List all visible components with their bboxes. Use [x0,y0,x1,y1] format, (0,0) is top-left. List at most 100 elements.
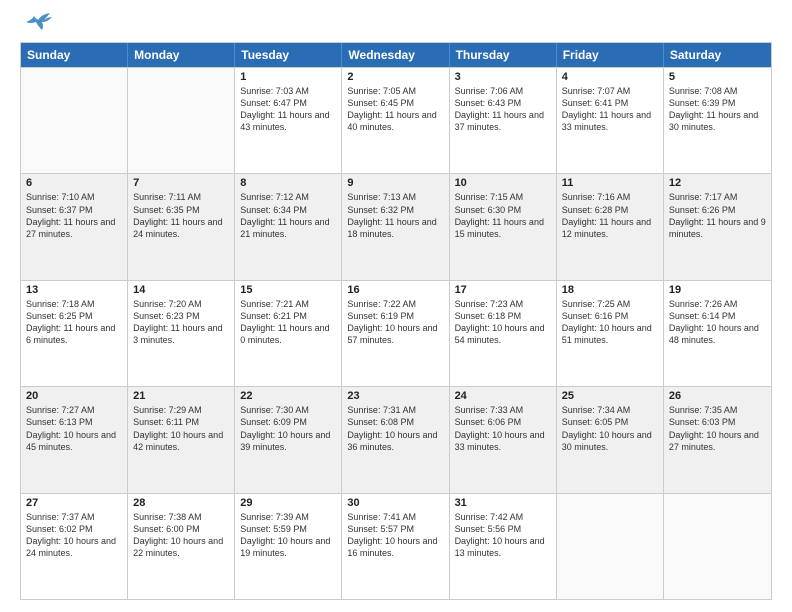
day-number: 23 [347,390,443,402]
page: SundayMondayTuesdayWednesdayThursdayFrid… [0,0,792,612]
cell-info: Sunrise: 7:08 AMSunset: 6:39 PMDaylight:… [669,85,766,134]
calendar-row-2: 6 Sunrise: 7:10 AMSunset: 6:37 PMDaylight… [21,173,771,279]
calendar-cell: 24 Sunrise: 7:33 AMSunset: 6:06 PMDayligh… [450,387,557,492]
calendar-cell: 14 Sunrise: 7:20 AMSunset: 6:23 PMDayligh… [128,281,235,386]
day-number: 25 [562,390,658,402]
calendar-body: 1Sunrise: 7:03 AMSunset: 6:47 PMDaylight… [21,67,771,599]
day-number: 22 [240,390,336,402]
day-number: 20 [26,390,122,402]
calendar-cell [128,68,235,173]
header-day-wednesday: Wednesday [342,43,449,67]
cell-info: Sunrise: 7:15 AMSunset: 6:30 PMDaylight:… [455,191,551,240]
calendar-cell: 2 Sunrise: 7:05 AMSunset: 6:45 PMDaylight… [342,68,449,173]
day-number: 19 [669,284,766,296]
calendar-cell: 15Sunrise: 7:21 AMSunset: 6:21 PMDayligh… [235,281,342,386]
cell-info: Sunrise: 7:18 AMSunset: 6:25 PMDaylight:… [26,298,122,347]
cell-info: Sunrise: 7:30 AMSunset: 6:09 PMDaylight:… [240,404,336,453]
calendar-cell: 23 Sunrise: 7:31 AMSunset: 6:08 PMDayligh… [342,387,449,492]
calendar-cell: 31 Sunrise: 7:42 AMSunset: 5:56 PMDayligh… [450,494,557,599]
day-number: 3 [455,71,551,83]
header-day-thursday: Thursday [450,43,557,67]
calendar-cell: 28 Sunrise: 7:38 AMSunset: 6:00 PMDayligh… [128,494,235,599]
cell-info: Sunrise: 7:06 AMSunset: 6:43 PMDaylight:… [455,85,551,134]
calendar-row-1: 1Sunrise: 7:03 AMSunset: 6:47 PMDaylight… [21,67,771,173]
day-number: 27 [26,497,122,509]
calendar-cell: 12Sunrise: 7:17 AMSunset: 6:26 PMDayligh… [664,174,771,279]
calendar-cell: 26 Sunrise: 7:35 AMSunset: 6:03 PMDayligh… [664,387,771,492]
calendar-cell: 22 Sunrise: 7:30 AMSunset: 6:09 PMDayligh… [235,387,342,492]
day-number: 26 [669,390,766,402]
calendar-cell: 1Sunrise: 7:03 AMSunset: 6:47 PMDaylight… [235,68,342,173]
day-number: 21 [133,390,229,402]
header [20,16,772,34]
calendar-cell: 8 Sunrise: 7:12 AMSunset: 6:34 PMDaylight… [235,174,342,279]
calendar-row-4: 20 Sunrise: 7:27 AMSunset: 6:13 PMDayligh… [21,386,771,492]
day-number: 13 [26,284,122,296]
calendar-cell: 18 Sunrise: 7:25 AMSunset: 6:16 PMDayligh… [557,281,664,386]
day-number: 7 [133,177,229,189]
calendar-header: SundayMondayTuesdayWednesdayThursdayFrid… [21,43,771,67]
calendar-cell: 11Sunrise: 7:16 AMSunset: 6:28 PMDayligh… [557,174,664,279]
cell-info: Sunrise: 7:34 AMSunset: 6:05 PMDaylight:… [562,404,658,453]
cell-info: Sunrise: 7:33 AMSunset: 6:06 PMDaylight:… [455,404,551,453]
day-number: 8 [240,177,336,189]
day-number: 2 [347,71,443,83]
calendar-cell [664,494,771,599]
cell-info: Sunrise: 7:10 AMSunset: 6:37 PMDaylight:… [26,191,122,240]
calendar-cell: 21 Sunrise: 7:29 AMSunset: 6:11 PMDayligh… [128,387,235,492]
cell-info: Sunrise: 7:31 AMSunset: 6:08 PMDaylight:… [347,404,443,453]
calendar-cell [557,494,664,599]
cell-info: Sunrise: 7:22 AMSunset: 6:19 PMDaylight:… [347,298,443,347]
cell-info: Sunrise: 7:17 AMSunset: 6:26 PMDaylight:… [669,191,766,240]
cell-info: Sunrise: 7:29 AMSunset: 6:11 PMDaylight:… [133,404,229,453]
day-number: 17 [455,284,551,296]
day-number: 15 [240,284,336,296]
day-number: 10 [455,177,551,189]
cell-info: Sunrise: 7:11 AMSunset: 6:35 PMDaylight:… [133,191,229,240]
day-number: 28 [133,497,229,509]
header-day-saturday: Saturday [664,43,771,67]
cell-info: Sunrise: 7:38 AMSunset: 6:00 PMDaylight:… [133,511,229,560]
day-number: 6 [26,177,122,189]
calendar-cell: 30Sunrise: 7:41 AMSunset: 5:57 PMDayligh… [342,494,449,599]
cell-info: Sunrise: 7:37 AMSunset: 6:02 PMDaylight:… [26,511,122,560]
cell-info: Sunrise: 7:20 AMSunset: 6:23 PMDaylight:… [133,298,229,347]
header-day-tuesday: Tuesday [235,43,342,67]
cell-info: Sunrise: 7:27 AMSunset: 6:13 PMDaylight:… [26,404,122,453]
cell-info: Sunrise: 7:12 AMSunset: 6:34 PMDaylight:… [240,191,336,240]
calendar-cell: 29 Sunrise: 7:39 AMSunset: 5:59 PMDayligh… [235,494,342,599]
calendar-cell: 16 Sunrise: 7:22 AMSunset: 6:19 PMDayligh… [342,281,449,386]
day-number: 24 [455,390,551,402]
calendar-cell: 27 Sunrise: 7:37 AMSunset: 6:02 PMDayligh… [21,494,128,599]
day-number: 14 [133,284,229,296]
calendar-cell: 4Sunrise: 7:07 AMSunset: 6:41 PMDaylight… [557,68,664,173]
calendar: SundayMondayTuesdayWednesdayThursdayFrid… [20,42,772,600]
cell-info: Sunrise: 7:07 AMSunset: 6:41 PMDaylight:… [562,85,658,134]
calendar-cell: 13 Sunrise: 7:18 AMSunset: 6:25 PMDayligh… [21,281,128,386]
cell-info: Sunrise: 7:26 AMSunset: 6:14 PMDaylight:… [669,298,766,347]
cell-info: Sunrise: 7:05 AMSunset: 6:45 PMDaylight:… [347,85,443,134]
cell-info: Sunrise: 7:23 AMSunset: 6:18 PMDaylight:… [455,298,551,347]
calendar-cell: 3 Sunrise: 7:06 AMSunset: 6:43 PMDaylight… [450,68,557,173]
cell-info: Sunrise: 7:13 AMSunset: 6:32 PMDaylight:… [347,191,443,240]
cell-info: Sunrise: 7:42 AMSunset: 5:56 PMDaylight:… [455,511,551,560]
day-number: 9 [347,177,443,189]
day-number: 16 [347,284,443,296]
calendar-cell: 9 Sunrise: 7:13 AMSunset: 6:32 PMDaylight… [342,174,449,279]
calendar-cell: 20 Sunrise: 7:27 AMSunset: 6:13 PMDayligh… [21,387,128,492]
header-day-monday: Monday [128,43,235,67]
calendar-cell: 17 Sunrise: 7:23 AMSunset: 6:18 PMDayligh… [450,281,557,386]
logo-bird-icon [22,12,54,34]
day-number: 29 [240,497,336,509]
cell-info: Sunrise: 7:39 AMSunset: 5:59 PMDaylight:… [240,511,336,560]
cell-info: Sunrise: 7:03 AMSunset: 6:47 PMDaylight:… [240,85,336,134]
calendar-cell: 5Sunrise: 7:08 AMSunset: 6:39 PMDaylight… [664,68,771,173]
logo [20,16,54,34]
calendar-row-5: 27 Sunrise: 7:37 AMSunset: 6:02 PMDayligh… [21,493,771,599]
day-number: 30 [347,497,443,509]
day-number: 11 [562,177,658,189]
day-number: 18 [562,284,658,296]
cell-info: Sunrise: 7:25 AMSunset: 6:16 PMDaylight:… [562,298,658,347]
day-number: 31 [455,497,551,509]
cell-info: Sunrise: 7:35 AMSunset: 6:03 PMDaylight:… [669,404,766,453]
